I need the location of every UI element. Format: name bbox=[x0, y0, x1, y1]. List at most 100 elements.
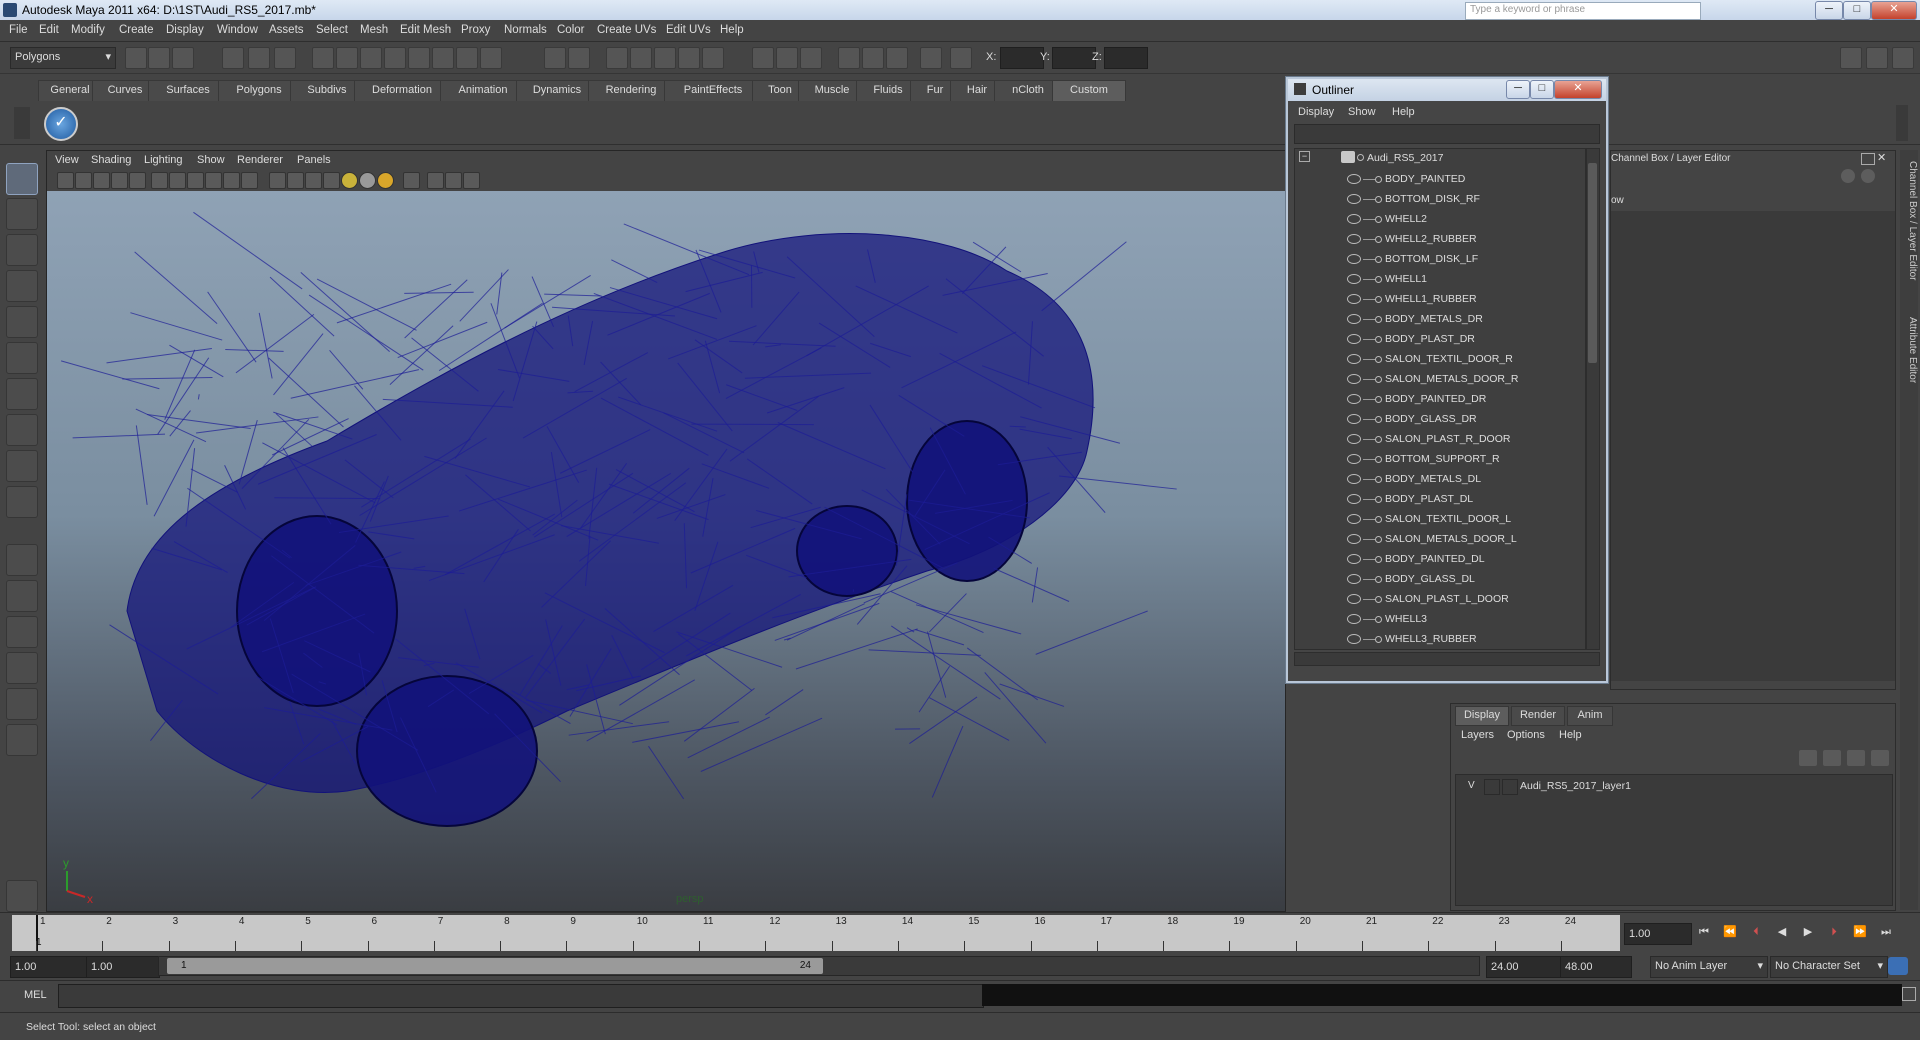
y-field[interactable] bbox=[1052, 47, 1096, 69]
outliner-item[interactable]: BODY_PLAST_DR bbox=[1295, 329, 1585, 349]
go-to-start-icon[interactable]: ⏮ bbox=[1696, 925, 1712, 939]
scale-tool-icon[interactable] bbox=[6, 342, 38, 374]
outliner-filter-field[interactable] bbox=[1294, 124, 1600, 144]
snap-point-icon[interactable] bbox=[384, 47, 406, 69]
outliner-item[interactable]: SALON_TEXTIL_DOOR_L bbox=[1295, 509, 1585, 529]
menu-create-uvs[interactable]: Create UVs bbox=[597, 24, 656, 36]
selection-mask-icon[interactable] bbox=[568, 47, 590, 69]
save-scene-icon[interactable] bbox=[172, 47, 194, 69]
image-plane-icon[interactable] bbox=[111, 172, 128, 189]
numeric-input-icon[interactable] bbox=[950, 47, 972, 69]
snap-live-icon[interactable] bbox=[432, 47, 454, 69]
auto-key-icon[interactable] bbox=[1888, 957, 1908, 975]
new-layer-selected-icon[interactable] bbox=[1871, 750, 1889, 766]
film-gate-icon[interactable] bbox=[151, 172, 168, 189]
xray-joints-icon[interactable] bbox=[445, 172, 462, 189]
camera-attributes-icon[interactable] bbox=[75, 172, 92, 189]
close-panel-icon[interactable]: ✕ bbox=[1877, 151, 1886, 164]
layer-tab-display[interactable]: Display bbox=[1455, 706, 1509, 726]
layer-row[interactable]: V Audi_RS5_2017_layer1 bbox=[1458, 777, 1888, 795]
hypershade-layout-icon[interactable] bbox=[6, 688, 38, 720]
outliner-scroll-thumb[interactable] bbox=[1588, 163, 1597, 363]
playback-start-field[interactable]: 1.00 bbox=[86, 956, 160, 978]
maximize-button[interactable]: □ bbox=[1843, 1, 1871, 20]
animation-start-field[interactable]: 1.00 bbox=[10, 956, 88, 978]
show-manipulator-icon[interactable] bbox=[6, 450, 38, 482]
filter-icon[interactable] bbox=[312, 47, 334, 69]
outliner-maximize-button[interactable]: □ bbox=[1530, 80, 1554, 99]
menu-color[interactable]: Color bbox=[557, 24, 584, 36]
outliner-item[interactable]: SALON_PLAST_L_DOOR bbox=[1295, 589, 1585, 609]
paint-select-tool-icon[interactable] bbox=[6, 234, 38, 266]
select-hierarchy-icon[interactable] bbox=[222, 47, 244, 69]
render-settings-icon[interactable] bbox=[654, 47, 676, 69]
history-icon[interactable] bbox=[456, 47, 478, 69]
persp-graph-layout-icon[interactable] bbox=[6, 652, 38, 684]
step-forward-frame-icon[interactable]: ⏵ bbox=[1826, 925, 1842, 939]
menu-help[interactable]: Help bbox=[720, 24, 744, 36]
menu-file[interactable]: File bbox=[9, 24, 28, 36]
step-back-frame-icon[interactable]: ⏴ bbox=[1748, 925, 1764, 939]
menu-normals[interactable]: Normals bbox=[504, 24, 547, 36]
outliner-item[interactable]: BODY_METALS_DR bbox=[1295, 309, 1585, 329]
snap-grid-icon[interactable] bbox=[336, 47, 358, 69]
component-xray-icon[interactable] bbox=[463, 172, 480, 189]
shelf-tab-rendering[interactable]: Rendering bbox=[588, 80, 674, 101]
menu-window[interactable]: Window bbox=[217, 24, 258, 36]
outliner-item[interactable]: SALON_METALS_DOOR_R bbox=[1295, 369, 1585, 389]
smooth-shade-icon[interactable] bbox=[287, 172, 304, 189]
anim-layer-selector[interactable]: No Anim Layer ▾ bbox=[1650, 956, 1768, 978]
safe-title-icon[interactable] bbox=[241, 172, 258, 189]
lasso-tool-icon[interactable] bbox=[6, 198, 38, 230]
rotate-tool-icon[interactable] bbox=[6, 306, 38, 338]
layout-icon[interactable] bbox=[800, 47, 822, 69]
checkmark-icon[interactable]: ✓ bbox=[44, 107, 78, 141]
lock-icon[interactable] bbox=[544, 47, 566, 69]
viewport-menu-shading[interactable]: Shading bbox=[91, 154, 131, 166]
side-tab-channel-box[interactable]: Channel Box / Layer Editor bbox=[1900, 156, 1918, 286]
range-track[interactable]: 1 24 bbox=[158, 956, 1480, 976]
question-icon[interactable] bbox=[480, 47, 502, 69]
animation-end-field[interactable]: 48.00 bbox=[1560, 956, 1632, 978]
open-scene-icon[interactable] bbox=[148, 47, 170, 69]
isolate-select-icon[interactable] bbox=[403, 172, 420, 189]
select-tool-icon[interactable] bbox=[6, 163, 38, 195]
shelf-menu-icon[interactable] bbox=[14, 107, 30, 139]
command-language-label[interactable]: MEL bbox=[24, 989, 47, 1001]
outliner-item[interactable]: WHELL3 bbox=[1295, 609, 1585, 629]
menu-select[interactable]: Select bbox=[316, 24, 348, 36]
viewport-menu-view[interactable]: View bbox=[55, 154, 79, 166]
command-input[interactable] bbox=[58, 984, 984, 1008]
input-line-icon[interactable] bbox=[752, 47, 774, 69]
range-bar[interactable]: 1 24 bbox=[167, 958, 823, 974]
viewport-menu-panels[interactable]: Panels bbox=[297, 154, 331, 166]
outliner-item[interactable]: SALON_METALS_DOOR_L bbox=[1295, 529, 1585, 549]
menu-edit-mesh[interactable]: Edit Mesh bbox=[400, 24, 451, 36]
outliner-item[interactable]: BOTTOM_DISK_RF bbox=[1295, 189, 1585, 209]
character-set-selector[interactable]: No Character Set ▾ bbox=[1770, 956, 1888, 978]
play-backwards-icon[interactable]: ◀ bbox=[1774, 925, 1790, 939]
shelf-scroll-icon[interactable] bbox=[1896, 105, 1908, 141]
menu-set-selector[interactable]: Polygons ▾ bbox=[10, 47, 116, 69]
soft-modification-icon[interactable] bbox=[6, 414, 38, 446]
layer-menu-help[interactable]: Help bbox=[1559, 729, 1582, 741]
shelf-tab-polygons[interactable]: Polygons bbox=[218, 80, 300, 101]
menu-edit[interactable]: Edit bbox=[39, 24, 59, 36]
outliner-item[interactable]: BODY_METALS_DL bbox=[1295, 469, 1585, 489]
gate-mask-icon[interactable] bbox=[187, 172, 204, 189]
close-button[interactable]: ✕ bbox=[1871, 1, 1917, 20]
hypershade-icon[interactable] bbox=[678, 47, 700, 69]
camera-select-icon[interactable] bbox=[57, 172, 74, 189]
sidebar-toggle-icon[interactable] bbox=[1840, 47, 1862, 69]
new-scene-icon[interactable] bbox=[125, 47, 147, 69]
outliner-item[interactable]: SALON_PLAST_R_DOOR bbox=[1295, 429, 1585, 449]
outliner-item[interactable]: BODY_PAINTED bbox=[1295, 169, 1585, 189]
move-layer-up-icon[interactable] bbox=[1799, 750, 1817, 766]
outliner-item[interactable]: BODY_GLASS_DR bbox=[1295, 409, 1585, 429]
x-field[interactable] bbox=[1000, 47, 1044, 69]
channel-box-icon[interactable] bbox=[1841, 169, 1855, 183]
step-back-key-icon[interactable]: ⏪ bbox=[1722, 925, 1738, 939]
outliner-item[interactable]: BODY_PLAST_DL bbox=[1295, 489, 1585, 509]
viewport-menu-renderer[interactable]: Renderer bbox=[237, 154, 283, 166]
layer-display-type-toggle[interactable] bbox=[1484, 779, 1500, 795]
